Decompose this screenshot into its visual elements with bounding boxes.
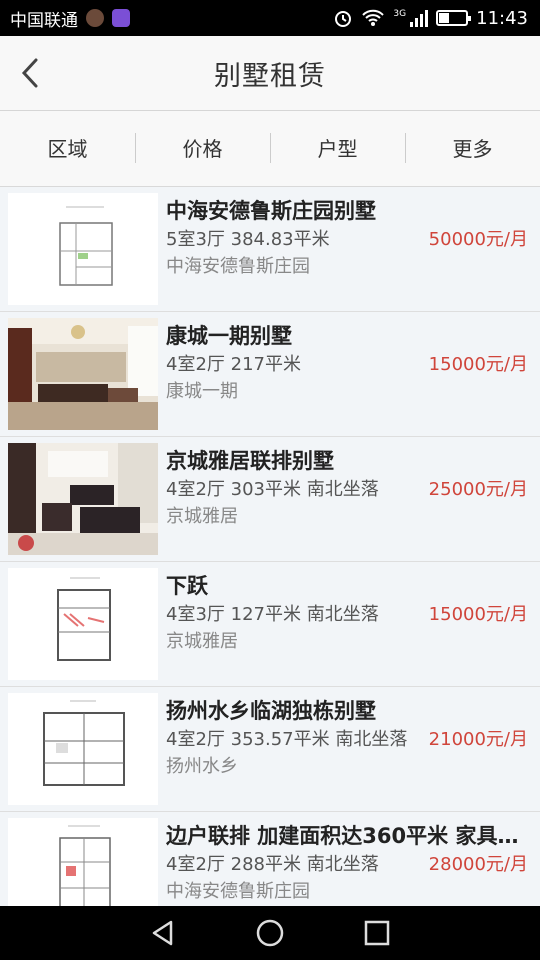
back-icon <box>153 920 173 946</box>
listing-item[interactable]: 中海安德鲁斯庄园别墅 5室3厅 384.83平米 中海安德鲁斯庄园 50000元… <box>0 187 540 312</box>
listing-spec: 4室3厅 127平米 南北坐落 <box>166 604 379 625</box>
carrier-name: 中国联通 <box>10 10 78 31</box>
listing-title: 京城雅居联排别墅 <box>166 449 334 473</box>
listing-community: 京城雅居 <box>166 631 238 652</box>
listing-price: 15000元/月 <box>428 604 528 625</box>
listing-price: 50000元/月 <box>428 229 528 250</box>
filter-more[interactable]: 更多 <box>405 111 540 187</box>
status-right: 3G 11:43 <box>333 8 528 29</box>
living-room-photo <box>8 318 158 430</box>
listing-item[interactable]: 扬州水乡临湖独栋别墅 4室2厅 353.57平米 南北坐落 扬州水乡 21000… <box>0 687 540 812</box>
listing-list: 中海安德鲁斯庄园别墅 5室3厅 384.83平米 中海安德鲁斯庄园 50000元… <box>0 187 540 906</box>
clock: 11:43 <box>476 7 528 29</box>
floor-plan-image <box>8 193 158 305</box>
filter-layout[interactable]: 户型 <box>270 111 405 187</box>
listing-title: 康城一期别墅 <box>166 324 292 348</box>
gallery-notification-icon <box>112 9 130 27</box>
listing-price: 28000元/月 <box>428 854 528 875</box>
listing-community: 扬州水乡 <box>166 756 238 777</box>
filter-bar: 区域 价格 户型 更多 <box>0 111 540 187</box>
listing-price: 25000元/月 <box>428 479 528 500</box>
system-back-button[interactable] <box>138 908 188 958</box>
listing-community: 康城一期 <box>166 381 238 402</box>
system-nav-bar <box>0 906 540 960</box>
wifi-icon <box>362 9 385 26</box>
listing-item[interactable]: 康城一期别墅 4室2厅 217平米 康城一期 15000元/月 <box>0 312 540 437</box>
home-icon <box>256 919 284 947</box>
status-bar: 中国联通 3G 11:43 <box>0 0 540 36</box>
living-room-photo <box>8 443 158 555</box>
nav-bar: 别墅租赁 <box>0 36 540 111</box>
listing-spec: 4室2厅 217平米 <box>166 354 301 375</box>
filter-area[interactable]: 区域 <box>0 111 135 187</box>
alarm-icon <box>335 11 352 27</box>
page-title: 别墅租赁 <box>214 60 326 92</box>
listing-community: 中海安德鲁斯庄园 <box>166 881 310 902</box>
battery-icon <box>436 10 472 26</box>
notification-app-icon <box>86 9 104 27</box>
listing-title: 中海安德鲁斯庄园别墅 <box>166 199 376 223</box>
listing-price: 15000元/月 <box>428 354 528 375</box>
listing-title: 下跃 <box>166 574 208 598</box>
system-home-button[interactable] <box>245 908 295 958</box>
system-recents-button[interactable] <box>352 908 402 958</box>
listing-item[interactable]: 京城雅居联排别墅 4室2厅 303平米 南北坐落 京城雅居 25000元/月 <box>0 437 540 562</box>
listing-community: 中海安德鲁斯庄园 <box>166 256 310 277</box>
signal-icon <box>410 9 429 27</box>
back-button[interactable] <box>8 48 52 98</box>
listing-item[interactable]: 下跃 4室3厅 127平米 南北坐落 京城雅居 15000元/月 <box>0 562 540 687</box>
listing-spec: 5室3厅 384.83平米 <box>166 229 330 250</box>
listing-community: 京城雅居 <box>166 506 238 527</box>
listing-spec: 4室2厅 288平米 南北坐落 <box>166 854 379 875</box>
status-left: 中国联通 <box>10 6 130 31</box>
listing-title: 扬州水乡临湖独栋别墅 <box>166 699 376 723</box>
filter-price[interactable]: 价格 <box>135 111 270 187</box>
floor-plan-image <box>8 568 158 680</box>
network-type: 3G <box>393 8 407 19</box>
listing-item[interactable]: 边户联排 加建面积达360平米 家具家电齐全 4室2厅 288平米 南北坐落 中… <box>0 812 540 906</box>
listing-spec: 4室2厅 353.57平米 南北坐落 <box>166 729 408 750</box>
floor-plan-image <box>8 693 158 805</box>
recents-icon <box>364 920 389 946</box>
chevron-left-icon <box>21 58 38 88</box>
listing-spec: 4室2厅 303平米 南北坐落 <box>166 479 379 500</box>
listing-price: 21000元/月 <box>428 729 528 750</box>
listing-title: 边户联排 加建面积达360平米 家具家电齐全 <box>166 824 536 848</box>
floor-plan-image <box>8 818 158 906</box>
